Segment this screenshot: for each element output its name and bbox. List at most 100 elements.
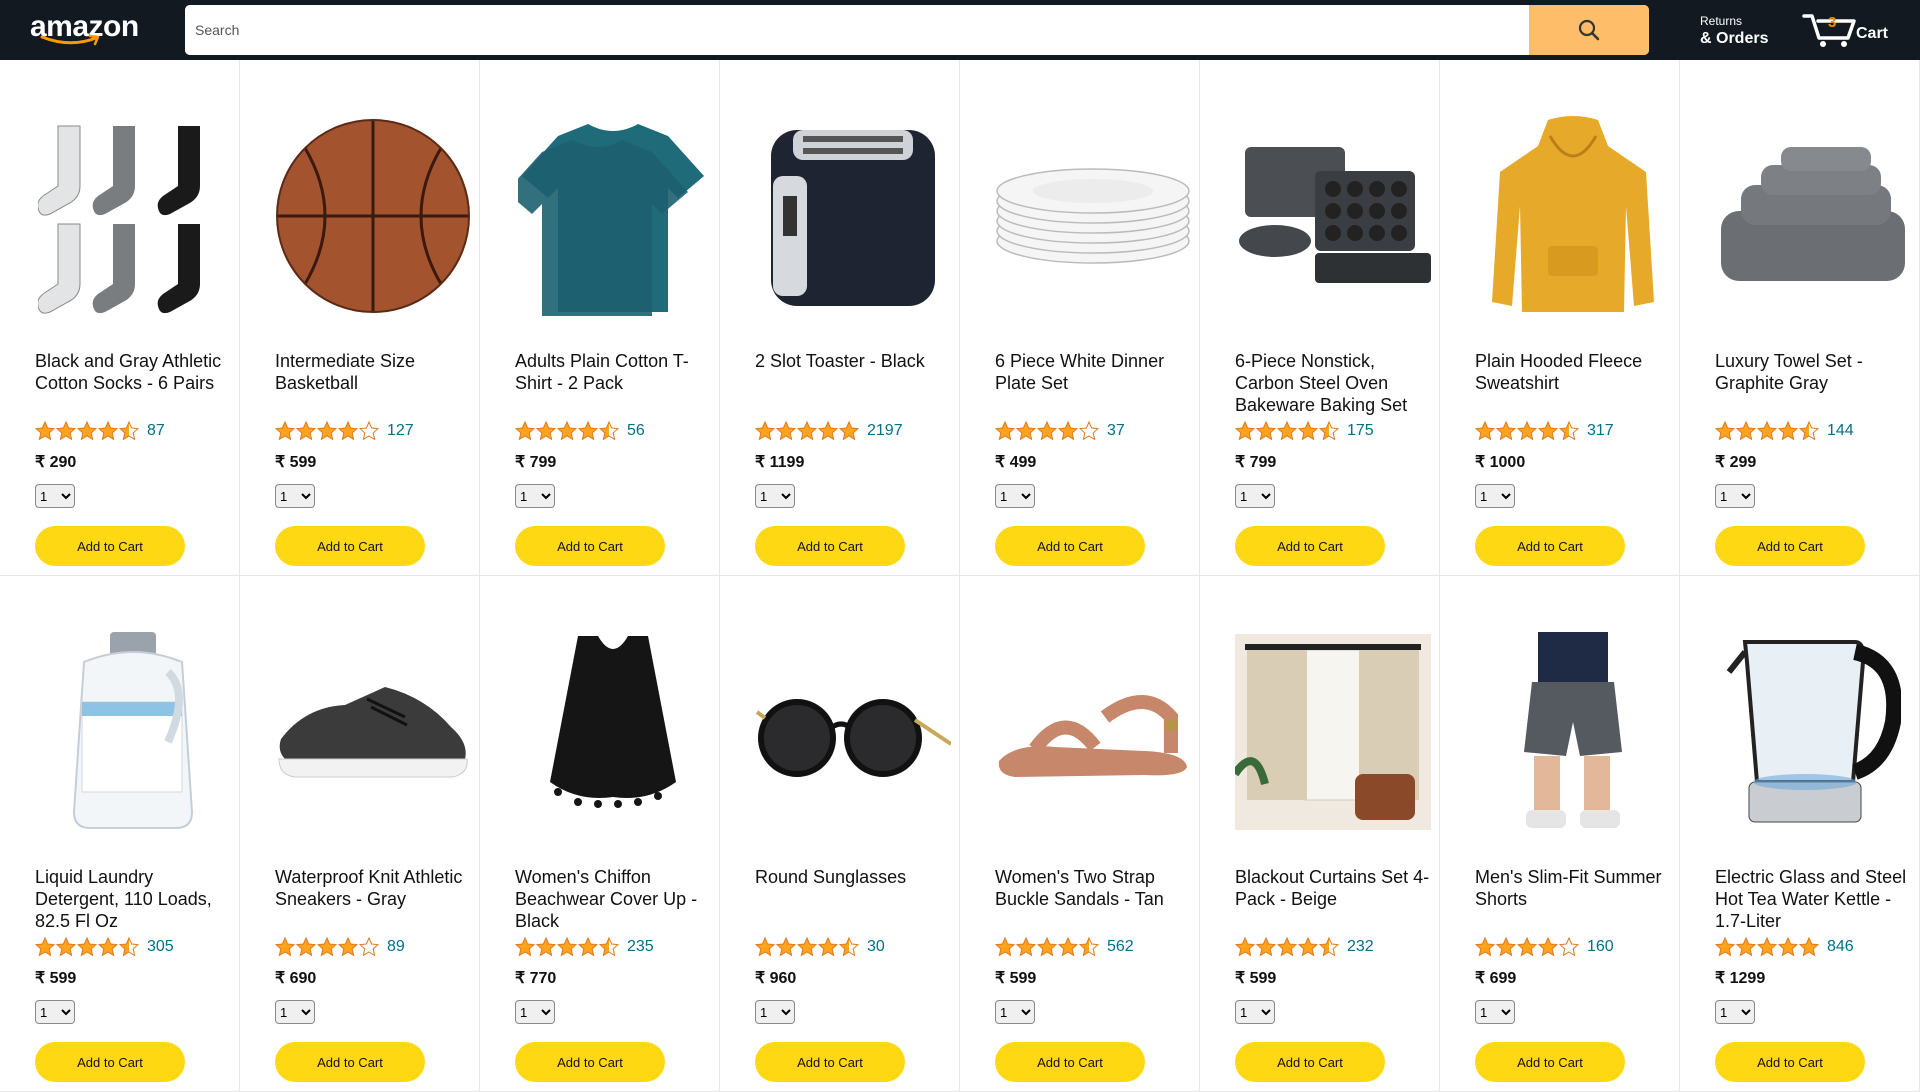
product-image[interactable] <box>995 118 1190 318</box>
star-icon <box>77 421 97 441</box>
add-to-cart-button[interactable]: Add to Cart <box>755 526 905 566</box>
product-image[interactable] <box>1235 118 1431 318</box>
quantity-select[interactable]: 1 <box>755 484 795 508</box>
product-card: Black and Gray Athletic Cotton Socks - 6… <box>0 60 240 576</box>
add-to-cart-button[interactable]: Add to Cart <box>35 526 185 566</box>
quantity-select[interactable]: 1 <box>995 1000 1035 1024</box>
product-image[interactable] <box>1715 634 1910 834</box>
product-title[interactable]: 6 Piece White Dinner Plate Set <box>995 350 1195 394</box>
star-icon <box>1799 421 1819 441</box>
quantity-select[interactable]: 1 <box>1715 484 1755 508</box>
product-title[interactable]: Women's Two Strap Buckle Sandals - Tan <box>995 866 1195 910</box>
review-count-link[interactable]: 175 <box>1347 422 1374 440</box>
review-count-link[interactable]: 160 <box>1587 938 1614 956</box>
quantity-select[interactable]: 1 <box>1235 1000 1275 1024</box>
product-title[interactable]: Men's Slim-Fit Summer Shorts <box>1475 866 1675 910</box>
product-image[interactable] <box>1475 115 1670 318</box>
product-image[interactable] <box>275 634 470 834</box>
quantity-select[interactable]: 1 <box>515 1000 555 1024</box>
add-to-cart-button[interactable]: Add to Cart <box>275 526 425 566</box>
product-title[interactable]: Waterproof Knit Athletic Sneakers - Gray <box>275 866 475 910</box>
quantity-select[interactable]: 1 <box>35 1000 75 1024</box>
review-count-link[interactable]: 89 <box>387 938 405 956</box>
add-to-cart-button[interactable]: Add to Cart <box>995 1042 1145 1082</box>
add-to-cart-button[interactable]: Add to Cart <box>1475 526 1625 566</box>
review-count-link[interactable]: 317 <box>1587 422 1614 440</box>
review-count-link[interactable]: 30 <box>867 938 885 956</box>
product-image[interactable] <box>35 118 230 318</box>
cart-link[interactable]: 3 Cart <box>1800 8 1900 52</box>
search-button[interactable] <box>1529 5 1649 55</box>
quantity-select[interactable]: 1 <box>1475 1000 1515 1024</box>
product-image[interactable] <box>1715 118 1910 318</box>
add-to-cart-button[interactable]: Add to Cart <box>515 526 665 566</box>
add-to-cart-button[interactable]: Add to Cart <box>995 526 1145 566</box>
review-count-link[interactable]: 232 <box>1347 938 1374 956</box>
star-icon <box>515 421 535 441</box>
product-title[interactable]: Plain Hooded Fleece Sweatshirt <box>1475 350 1675 394</box>
product-image[interactable] <box>1475 631 1670 834</box>
star-icon <box>1079 937 1099 957</box>
review-count-link[interactable]: 235 <box>627 938 654 956</box>
review-count-link[interactable]: 144 <box>1827 422 1854 440</box>
add-to-cart-button[interactable]: Add to Cart <box>35 1042 185 1082</box>
product-price: ₹ 599 <box>275 454 317 471</box>
star-icon <box>1235 421 1255 441</box>
review-count-link[interactable]: 87 <box>147 422 165 440</box>
product-title[interactable]: Adults Plain Cotton T-Shirt - 2 Pack <box>515 350 715 394</box>
add-to-cart-button[interactable]: Add to Cart <box>515 1042 665 1082</box>
product-image[interactable] <box>515 634 710 834</box>
product-image[interactable] <box>755 634 952 834</box>
product-title[interactable]: Women's Chiffon Beachwear Cover Up - Bla… <box>515 866 715 932</box>
product-image[interactable] <box>275 118 470 318</box>
review-count-link[interactable]: 562 <box>1107 938 1134 956</box>
amazon-logo[interactable]: amazon <box>26 6 146 46</box>
add-to-cart-button[interactable]: Add to Cart <box>1715 526 1865 566</box>
product-title[interactable]: 6-Piece Nonstick, Carbon Steel Oven Bake… <box>1235 350 1435 416</box>
review-count-link[interactable]: 2197 <box>867 422 903 440</box>
add-to-cart-button[interactable]: Add to Cart <box>1235 526 1385 566</box>
star-icon <box>1538 421 1558 441</box>
product-title[interactable]: Electric Glass and Steel Hot Tea Water K… <box>1715 866 1915 932</box>
product-title[interactable]: Blackout Curtains Set 4-Pack - Beige <box>1235 866 1435 910</box>
add-to-cart-button[interactable]: Add to Cart <box>1475 1042 1625 1082</box>
review-count-link[interactable]: 37 <box>1107 422 1125 440</box>
add-to-cart-button[interactable]: Add to Cart <box>755 1042 905 1082</box>
star-icon <box>1715 937 1735 957</box>
product-title[interactable]: Liquid Laundry Detergent, 110 Loads, 82.… <box>35 866 235 932</box>
quantity-select[interactable]: 1 <box>995 484 1035 508</box>
product-title[interactable]: Black and Gray Athletic Cotton Socks - 6… <box>35 350 235 394</box>
quantity-select[interactable]: 1 <box>1475 484 1515 508</box>
product-title[interactable]: 2 Slot Toaster - Black <box>755 350 955 372</box>
add-to-cart-button[interactable]: Add to Cart <box>1235 1042 1385 1082</box>
product-card: Liquid Laundry Detergent, 110 Loads, 82.… <box>0 576 240 1092</box>
product-image[interactable] <box>995 634 1190 834</box>
review-count-link[interactable]: 305 <box>147 938 174 956</box>
review-count-link[interactable]: 127 <box>387 422 414 440</box>
star-icon <box>1298 937 1318 957</box>
quantity-select[interactable]: 1 <box>275 484 315 508</box>
add-to-cart-button[interactable]: Add to Cart <box>1715 1042 1865 1082</box>
product-title[interactable]: Intermediate Size Basketball <box>275 350 475 394</box>
product-title[interactable]: Round Sunglasses <box>755 866 955 888</box>
returns-orders-link[interactable]: Returns & Orders <box>1700 14 1768 48</box>
quantity-select[interactable]: 1 <box>1235 484 1275 508</box>
quantity-select[interactable]: 1 <box>1715 1000 1755 1024</box>
search-input[interactable] <box>185 5 1529 55</box>
product-title[interactable]: Luxury Towel Set - Graphite Gray <box>1715 350 1915 394</box>
review-count-link[interactable]: 846 <box>1827 938 1854 956</box>
quantity-select[interactable]: 1 <box>275 1000 315 1024</box>
product-image[interactable] <box>505 118 710 318</box>
curtains-icon <box>1231 633 1431 835</box>
product-image[interactable] <box>35 631 230 834</box>
quantity-select[interactable]: 1 <box>515 484 555 508</box>
add-to-cart-button[interactable]: Add to Cart <box>275 1042 425 1082</box>
review-count-link[interactable]: 56 <box>627 422 645 440</box>
product-price: ₹ 499 <box>995 454 1037 471</box>
quantity-select[interactable]: 1 <box>35 484 75 508</box>
quantity-select[interactable]: 1 <box>755 1000 795 1024</box>
star-icon <box>1496 937 1516 957</box>
product-image[interactable] <box>1231 633 1431 835</box>
star-icon <box>119 937 139 957</box>
product-image[interactable] <box>755 118 950 318</box>
